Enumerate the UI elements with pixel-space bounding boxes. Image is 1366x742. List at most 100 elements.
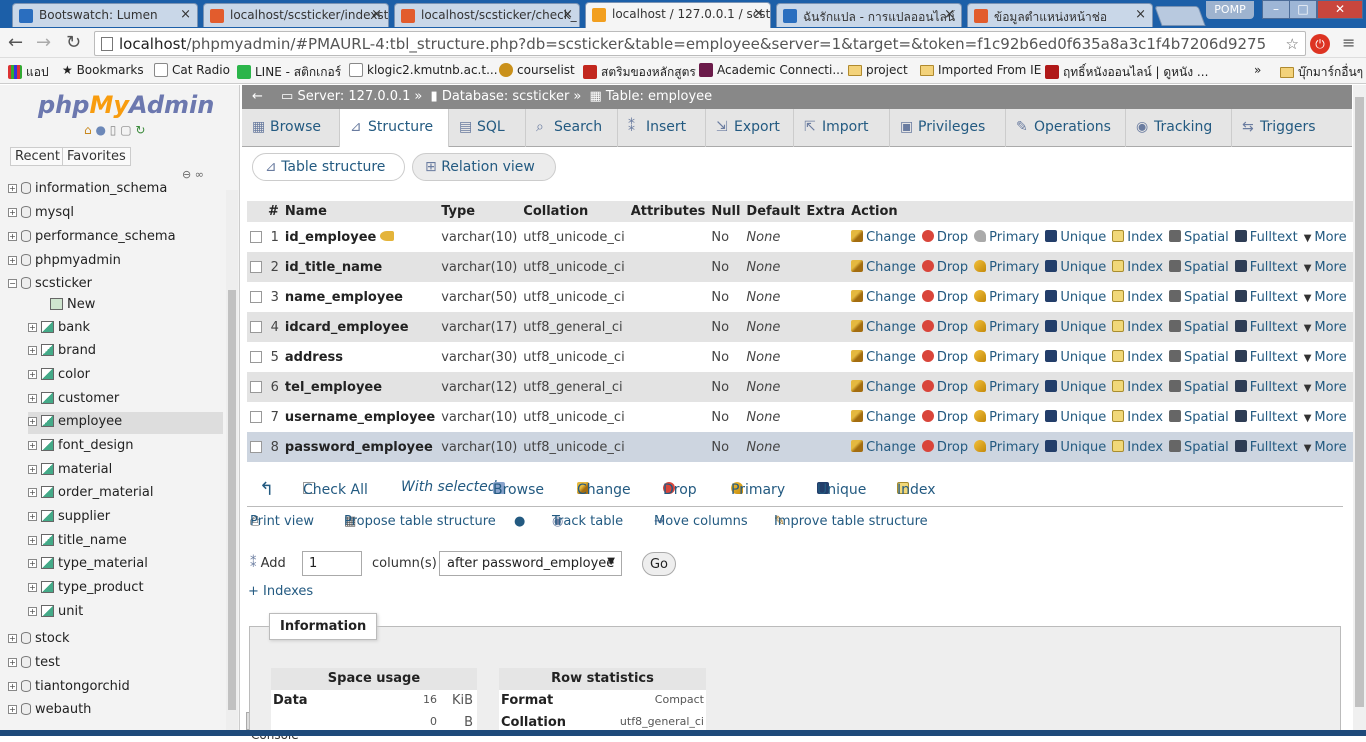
row-action-unique[interactable]: Unique (1045, 349, 1106, 365)
row-action-index[interactable]: Index (1112, 229, 1163, 245)
col-header-type[interactable]: Type (438, 201, 521, 223)
tab-tracking[interactable]: ◉ Tracking (1126, 109, 1232, 147)
address-bar[interactable]: localhost/phpmyadmin/#PMAURL-4:tbl_struc… (94, 31, 1306, 56)
logout-icon[interactable]: ● (95, 123, 105, 137)
close-tab-icon[interactable]: × (562, 7, 573, 22)
table-row[interactable]: 7 username_employee varchar(10) utf8_unicod… (247, 402, 1356, 432)
tab-structure[interactable]: ⊿ Structure (340, 109, 449, 147)
tab-sql[interactable]: ▤ SQL (449, 109, 526, 147)
bookmark-apps[interactable]: แอป (8, 63, 49, 82)
column-type[interactable]: varchar(50) (438, 282, 521, 312)
row-action-change[interactable]: Change (851, 229, 916, 245)
col-header-attributes[interactable]: Attributes (627, 201, 709, 223)
bookmark-imported[interactable]: Imported From IE (920, 63, 1041, 77)
collapse-nav-icon[interactable]: ← (252, 89, 263, 104)
tree-db-tiantongorchid[interactable]: + tiantongorchid (8, 677, 224, 699)
table-row[interactable]: 3 name_employee varchar(50) utf8_unicode_ci… (247, 282, 1356, 312)
row-action-index[interactable]: Index (1112, 259, 1163, 275)
row-action-drop[interactable]: Drop (921, 409, 968, 425)
settings-icon[interactable]: ▢ (120, 123, 131, 137)
table-row[interactable]: 4 idcard_employee varchar(17) utf8_general_… (247, 312, 1356, 342)
row-checkbox[interactable] (250, 260, 262, 273)
row-action-primary[interactable]: Primary (974, 229, 1039, 245)
tree-table-unit[interactable]: + unit (28, 602, 228, 624)
reload-nav-icon[interactable]: ↻ (135, 123, 145, 137)
row-action-spatial[interactable]: Spatial (1169, 379, 1229, 395)
browser-tab[interactable]: ข้อมูลตำแหน่งหน้าช่อ × (967, 3, 1153, 27)
bookmark-courselist[interactable]: courselist (499, 63, 575, 77)
tree-db-webauth[interactable]: + webauth (8, 700, 224, 722)
back-icon[interactable]: ← (8, 32, 23, 53)
bookmark-star-icon[interactable]: ☆ (1286, 35, 1299, 53)
row-action-fulltext[interactable]: Fulltext (1234, 439, 1298, 455)
tree-table-material[interactable]: + material (28, 460, 228, 482)
row-action-unique[interactable]: Unique (1045, 379, 1106, 395)
subtab-relation-view[interactable]: ⊞ Relation view (412, 153, 556, 181)
maximize-icon[interactable]: □ (1289, 0, 1317, 19)
row-action-fulltext[interactable]: Fulltext (1234, 289, 1298, 305)
favorites-tab[interactable]: Favorites (62, 147, 131, 166)
bookmarks-overflow[interactable]: » (1254, 63, 1261, 77)
main-scrollbar-thumb[interactable] (1355, 97, 1364, 707)
row-action-primary[interactable]: Primary (974, 259, 1039, 275)
recent-tab[interactable]: Recent (10, 147, 65, 166)
table-row[interactable]: 5 address varchar(30) utf8_unicode_ci No None… (247, 342, 1356, 372)
row-action-spatial[interactable]: Spatial (1169, 439, 1229, 455)
tree-db-phpmyadmin[interactable]: + phpmyadmin (8, 251, 224, 273)
browser-tab[interactable]: localhost/scsticker/indexst × (203, 3, 389, 27)
row-action-more[interactable]: ▼ More (1304, 410, 1347, 425)
tab-export[interactable]: ⇲ Export (706, 109, 794, 147)
browser-tab-active[interactable]: localhost / 127.0.0.1 / scst × (585, 2, 771, 28)
row-action-more[interactable]: ▼ More (1304, 260, 1347, 275)
column-type[interactable]: varchar(12) (438, 372, 521, 402)
add-column-count-input[interactable]: 1 (302, 551, 362, 576)
row-action-more[interactable]: ▼ More (1304, 380, 1347, 395)
row-checkbox[interactable] (250, 350, 262, 363)
column-type[interactable]: varchar(17) (438, 312, 521, 342)
close-tab-icon[interactable]: × (753, 6, 764, 21)
row-checkbox[interactable] (250, 320, 262, 333)
tree-new-table[interactable]: New (46, 295, 226, 317)
home-icon[interactable]: ⌂ (84, 123, 92, 137)
tab-operations[interactable]: ✎ Operations (1006, 109, 1126, 147)
col-header-collation[interactable]: Collation (520, 201, 628, 223)
tree-table-order-material[interactable]: + order_material (28, 483, 228, 505)
row-action-drop[interactable]: Drop (921, 319, 968, 335)
row-action-fulltext[interactable]: Fulltext (1234, 319, 1298, 335)
bookmark-academic[interactable]: Academic Connecti... (699, 63, 844, 77)
tree-table-title-name[interactable]: + title_name (28, 531, 228, 553)
go-button[interactable]: Go (642, 552, 676, 576)
tab-browse[interactable]: ▦ Browse (242, 109, 340, 147)
row-action-change[interactable]: Change (851, 379, 916, 395)
row-action-spatial[interactable]: Spatial (1169, 409, 1229, 425)
nav-scrollbar-thumb[interactable] (228, 290, 236, 710)
row-action-more[interactable]: ▼ More (1304, 440, 1347, 455)
browser-tab[interactable]: ฉันรักแปล - การแปลออนไลน์ × (776, 3, 962, 27)
col-header-name[interactable]: Name (281, 201, 439, 223)
minimize-icon[interactable]: – (1262, 0, 1290, 19)
tree-table-brand[interactable]: + brand (28, 341, 228, 363)
tree-db-performance-schema[interactable]: + performance_schema (8, 227, 224, 249)
row-action-drop[interactable]: Drop (921, 259, 968, 275)
row-action-fulltext[interactable]: Fulltext (1234, 409, 1298, 425)
row-action-primary[interactable]: Primary (974, 349, 1039, 365)
row-action-spatial[interactable]: Spatial (1169, 289, 1229, 305)
row-action-change[interactable]: Change (851, 409, 916, 425)
row-action-fulltext[interactable]: Fulltext (1234, 259, 1298, 275)
breadcrumb-table[interactable]: Table: employee (606, 89, 712, 104)
row-action-more[interactable]: ▼ More (1304, 350, 1347, 365)
row-action-primary[interactable]: Primary (974, 379, 1039, 395)
bookmark-line[interactable]: LINE - สติกเกอร์ (237, 63, 341, 82)
row-action-more[interactable]: ▼ More (1304, 290, 1347, 305)
tree-db-mysql[interactable]: + mysql (8, 203, 224, 225)
main-scrollbar[interactable] (1353, 85, 1366, 730)
tree-table-type-material[interactable]: + type_material (28, 554, 228, 576)
row-action-unique[interactable]: Unique (1045, 259, 1106, 275)
row-action-change[interactable]: Change (851, 439, 916, 455)
table-row[interactable]: 1 id_employee varchar(10) utf8_unicode_ci No… (247, 222, 1356, 252)
close-tab-icon[interactable]: × (180, 7, 191, 22)
tab-search[interactable]: ⌕ Search (526, 109, 618, 147)
tree-db-stock[interactable]: + stock (8, 629, 224, 651)
row-checkbox[interactable] (250, 230, 262, 243)
row-action-more[interactable]: ▼ More (1304, 320, 1347, 335)
